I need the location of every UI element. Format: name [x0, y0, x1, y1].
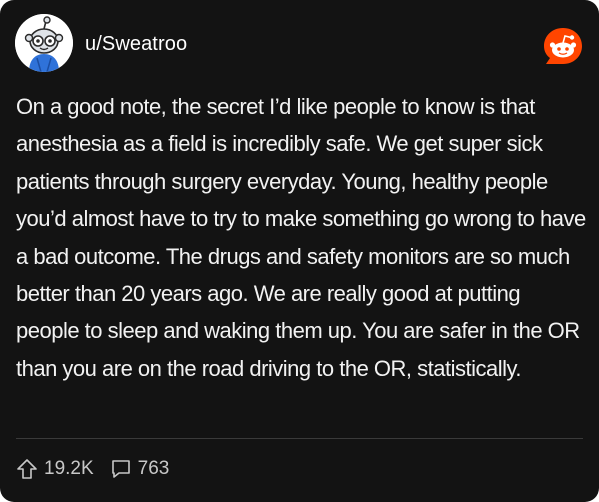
- post-author[interactable]: u/Sweatroo: [85, 32, 187, 56]
- divider: [16, 438, 583, 439]
- comment-count: 763: [137, 458, 170, 479]
- reddit-logo-icon: [544, 28, 582, 64]
- comment-bubble-icon: [111, 460, 130, 478]
- reddit-logo: [542, 26, 584, 66]
- post-card: u/Sweatroo On a good note, the secret I’…: [0, 0, 599, 502]
- post-stats: 19.2K 763: [16, 456, 169, 482]
- comments-button[interactable]: 763: [110, 458, 170, 480]
- snoo-avatar-icon: [15, 14, 73, 72]
- upvote-count: 19.2K: [44, 458, 94, 479]
- user-avatar[interactable]: [15, 14, 73, 72]
- upvote-arrow-icon: [17, 459, 37, 479]
- upvote-button[interactable]: 19.2K: [16, 458, 94, 480]
- post-body: On a good note, the secret I’d like peop…: [16, 94, 586, 381]
